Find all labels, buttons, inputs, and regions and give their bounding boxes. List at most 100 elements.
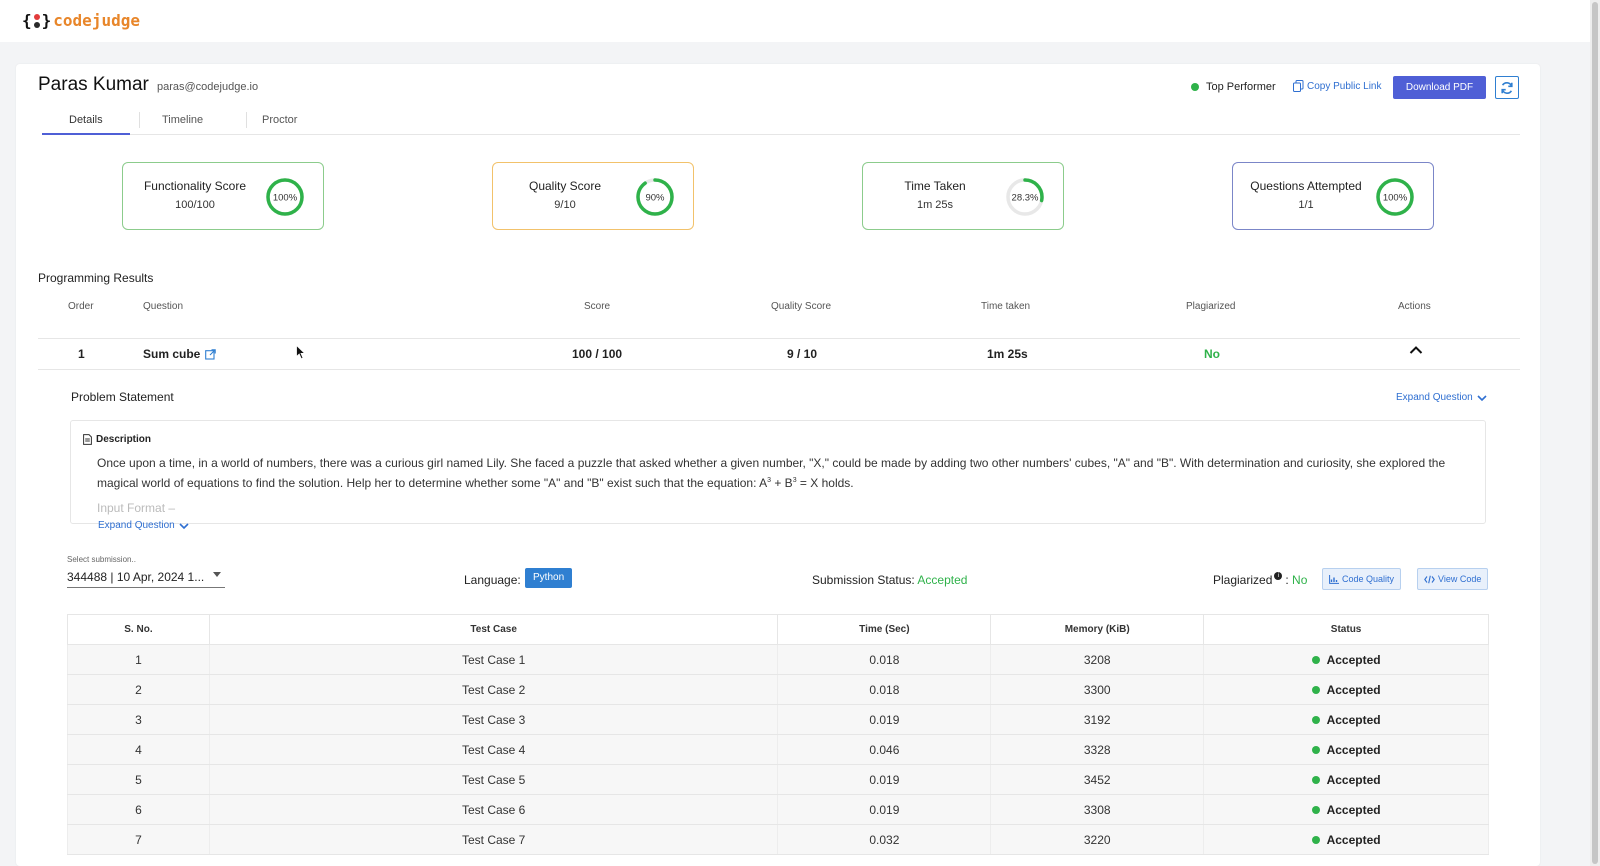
result-question-link[interactable]: Sum cube [143, 347, 217, 361]
report-card: Paras Kumar paras@codejudge.io Top Perfo… [16, 64, 1540, 866]
score-card-value: 1/1 [1298, 199, 1314, 211]
view-code-label: View Code [1438, 574, 1482, 584]
status-indicator: Accepted [1311, 742, 1381, 757]
expand-question-label: Expand Question [1396, 392, 1473, 403]
col-quality-score: Quality Score [771, 301, 832, 312]
mouse-cursor-icon [296, 345, 306, 360]
col-status: Status [1203, 614, 1489, 645]
code-quality-button[interactable]: Code Quality [1322, 568, 1402, 590]
expand-question-top[interactable]: Expand Question [1396, 392, 1487, 403]
language-label: Language: [464, 573, 521, 587]
report-tabs: Details Timeline Proctor [42, 108, 1520, 135]
result-plagiarized: No [1204, 347, 1220, 361]
table-row: 6 Test Case 6 0.019 3308 Accepted [67, 794, 1489, 825]
col-sno: S. No. [67, 614, 210, 645]
logo-wordmark: codejudge [53, 11, 140, 30]
expand-question-bottom[interactable]: Expand Question [98, 520, 189, 531]
code-quality-label: Code Quality [1342, 574, 1395, 584]
page-scrollbar[interactable] [1590, 0, 1600, 866]
refresh-button[interactable] [1495, 76, 1519, 99]
tab-timeline[interactable]: Timeline [162, 114, 203, 126]
cell-memory: 3192 [990, 704, 1205, 735]
copy-link-label: Copy Public Link [1307, 80, 1382, 92]
cell-status: Accepted [1203, 824, 1489, 855]
status-dot-icon [1311, 835, 1320, 844]
description-line: Once upon a time, in a world of numbers,… [97, 456, 1446, 470]
codejudge-logo[interactable]: { } codejudge [22, 11, 140, 30]
cell-memory: 3220 [990, 824, 1205, 855]
status-label: Accepted [1326, 682, 1381, 697]
col-order: Order [68, 301, 94, 312]
score-card-title: Time Taken [904, 179, 966, 193]
download-pdf-button[interactable]: Download PDF [1393, 76, 1486, 99]
submission-select[interactable]: 344488 | 10 Apr, 2024 1... [67, 566, 225, 588]
status-label: Accepted [1326, 712, 1381, 727]
input-format-heading: Input Format – [97, 501, 176, 515]
top-performer-badge: Top Performer [1191, 81, 1276, 93]
status-indicator: Accepted [1311, 802, 1381, 817]
tab-proctor[interactable]: Proctor [262, 114, 297, 126]
cell-time: 0.019 [777, 764, 992, 795]
table-header-row: S. No. Test Case Time (Sec) Memory (KiB)… [67, 614, 1489, 645]
logo-close-brace: } [41, 11, 52, 30]
cell-time: 0.019 [777, 794, 992, 825]
score-card-title: Functionality Score [143, 179, 247, 193]
cell-memory: 3308 [990, 794, 1205, 825]
status-label: Accepted [1326, 742, 1381, 757]
cell-time: 0.019 [777, 704, 992, 735]
code-icon [1424, 575, 1435, 583]
status-dot-icon [1311, 745, 1320, 754]
cell-test-case: Test Case 6 [208, 794, 779, 825]
cell-test-case: Test Case 1 [208, 644, 779, 675]
view-code-button[interactable]: View Code [1417, 568, 1489, 590]
time-taken-card: Time Taken 1m 25s 28.3% [862, 162, 1064, 230]
plagiarized-status: Plagiarized i : No [1213, 572, 1308, 587]
table-row: 4 Test Case 4 0.046 3328 Accepted [67, 734, 1489, 765]
cell-time: 0.032 [777, 824, 992, 855]
copy-public-link[interactable]: Copy Public Link [1293, 80, 1381, 92]
plagiarized-label: Plagiarized [1213, 573, 1273, 587]
col-memory: Memory (KiB) [990, 614, 1205, 645]
score-card-title: Quality Score [528, 179, 602, 193]
chevron-down-icon [179, 522, 189, 529]
submission-status: Submission Status: Accepted [812, 573, 967, 587]
score-card-value: 1m 25s [916, 199, 954, 211]
tab-details[interactable]: Details [69, 114, 103, 126]
score-card-title: Questions Attempted [1250, 179, 1362, 193]
description-title: Description [96, 434, 152, 445]
chevron-down-icon [1477, 394, 1487, 401]
col-question: Question [143, 301, 184, 312]
chart-icon [1329, 574, 1339, 584]
dropdown-caret-icon [213, 572, 221, 577]
status-label: Accepted [1326, 652, 1381, 667]
info-icon[interactable]: i [1274, 572, 1283, 580]
cell-status: Accepted [1203, 794, 1489, 825]
table-row: 3 Test Case 3 0.019 3192 Accepted [67, 704, 1489, 735]
cell-test-case: Test Case 5 [208, 764, 779, 795]
copy-icon [1293, 80, 1304, 92]
score-card-value: 100/100 [175, 199, 215, 211]
tab-divider [246, 112, 247, 128]
plagiarized-value: No [1292, 573, 1308, 587]
col-test-case: Test Case [208, 614, 779, 645]
status-indicator: Accepted [1311, 772, 1381, 787]
table-row: 7 Test Case 7 0.032 3220 Accepted [67, 824, 1489, 855]
table-row: 2 Test Case 2 0.018 3300 Accepted [67, 674, 1489, 705]
cell-test-case: Test Case 4 [208, 734, 779, 765]
select-submission-label: Select submission.. [67, 555, 136, 564]
col-score: Score [584, 301, 611, 312]
scrollbar-thumb[interactable] [1592, 2, 1598, 864]
cell-status: Accepted [1203, 764, 1489, 795]
collapse-row-button[interactable] [1409, 344, 1423, 359]
status-dot-icon [1191, 83, 1199, 91]
status-label: Accepted [1326, 772, 1381, 787]
description-box: Description Once upon a time, in a world… [70, 420, 1486, 524]
language-badge: Python [525, 568, 573, 588]
test-case-table: S. No. Test Case Time (Sec) Memory (KiB)… [67, 614, 1489, 855]
problem-statement-title: Problem Statement [71, 390, 174, 404]
status-dot-icon [1311, 685, 1320, 694]
result-question-name: Sum cube [143, 347, 201, 361]
cell-status: Accepted [1203, 674, 1489, 705]
ring-percent-label: 90% [645, 193, 665, 204]
status-label: Accepted [1326, 802, 1381, 817]
